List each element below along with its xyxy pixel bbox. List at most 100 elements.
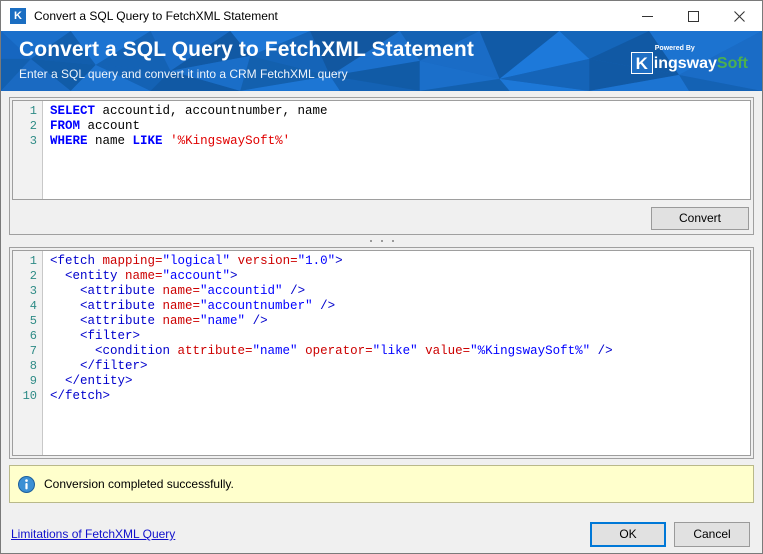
code-token: "name" — [200, 314, 246, 328]
code-token: operator= — [305, 344, 373, 358]
fetchxml-output-pane: 1 2 3 4 5 6 7 8 9 10 <fetch mapping="logical" ver… — [9, 247, 754, 459]
line-number: 3 — [29, 134, 37, 148]
code-line: WHERE name LIKE '%KingswaySoft%' — [50, 134, 750, 149]
code-token: <attribute — [50, 314, 163, 328]
code-line: <attribute name="name" /> — [50, 314, 750, 329]
code-token: "like" — [372, 344, 418, 358]
code-line: </entity> — [50, 374, 750, 389]
code-token: <attribute — [50, 284, 163, 298]
code-token: LIKE — [132, 134, 163, 148]
code-line: <fetch mapping="logical" version="1.0"> — [50, 254, 750, 269]
code-token: FROM — [50, 119, 81, 133]
code-token: <fetch — [50, 254, 103, 268]
logo-name: ingswaySoft — [654, 54, 748, 74]
code-token: > — [335, 254, 343, 268]
splitter-grip-dot — [391, 240, 394, 242]
code-token: "1.0" — [297, 254, 336, 268]
kingswaysoft-logo: K Powered By ingswaySoft — [630, 45, 748, 74]
code-token: accountid, accountnumber, name — [95, 104, 328, 118]
code-line: </fetch> — [50, 389, 750, 404]
code-token: value= — [425, 344, 471, 358]
code-token: '%KingswaySoft%' — [170, 134, 291, 148]
limitations-link[interactable]: Limitations of FetchXML Query — [11, 527, 175, 541]
sql-input-pane: 123 SELECT accountid, accountnumber, nam… — [9, 97, 754, 235]
dialog-body: 123 SELECT accountid, accountnumber, nam… — [1, 91, 762, 515]
code-token: name — [87, 134, 133, 148]
window-title: Convert a SQL Query to FetchXML Statemen… — [34, 9, 278, 23]
code-line: <attribute name="accountid" /> — [50, 284, 750, 299]
code-token: <filter> — [50, 329, 141, 343]
maximize-icon[interactable] — [670, 1, 716, 31]
line-number: 9 — [29, 374, 37, 388]
code-token: name= — [162, 284, 201, 298]
minimize-icon[interactable] — [624, 1, 670, 31]
logo-name-first: ingsway — [653, 55, 717, 72]
code-token: "accountnumber" — [200, 299, 313, 313]
line-number: 4 — [29, 299, 37, 313]
logo-k-badge: K — [630, 52, 653, 74]
logo-name-second: Soft — [716, 55, 748, 72]
window-controls — [624, 1, 762, 31]
splitter-grip-dot — [369, 240, 372, 242]
banner-title: Convert a SQL Query to FetchXML Statemen… — [19, 38, 474, 61]
line-number: 6 — [29, 329, 37, 343]
line-number: 10 — [22, 389, 37, 403]
code-line: <condition attribute="name" operator="li… — [50, 344, 750, 359]
code-token: /> — [312, 299, 336, 313]
code-line: SELECT accountid, accountnumber, name — [50, 104, 750, 119]
code-token: > — [230, 269, 238, 283]
line-number: 7 — [29, 344, 37, 358]
logo-powered-by-label: Powered By — [654, 45, 695, 52]
code-token: "name" — [252, 344, 298, 358]
code-token: /> — [245, 314, 268, 328]
code-token: </fetch> — [50, 389, 111, 403]
header-banner: Convert a SQL Query to FetchXML Statemen… — [1, 31, 762, 91]
line-number: 1 — [29, 104, 37, 118]
code-token: /> — [590, 344, 613, 358]
line-number: 8 — [29, 359, 37, 373]
code-token: version= — [237, 254, 298, 268]
code-token: mapping= — [102, 254, 163, 268]
line-number: 2 — [29, 269, 37, 283]
code-token: name= — [162, 299, 201, 313]
title-bar: K Convert a SQL Query to FetchXML Statem… — [1, 1, 762, 31]
code-line: </filter> — [50, 359, 750, 374]
code-token: "logical" — [162, 254, 231, 268]
banner-text-block: Convert a SQL Query to FetchXML Statemen… — [19, 38, 474, 82]
line-number: 5 — [29, 314, 37, 328]
fetchxml-editor[interactable]: 1 2 3 4 5 6 7 8 9 10 <fetch mapping="logical" ver… — [12, 250, 751, 456]
close-icon[interactable] — [716, 1, 762, 31]
code-token: <condition — [50, 344, 178, 358]
code-token: </entity> — [50, 374, 133, 388]
logo-wordmark: Powered By ingswaySoft — [654, 45, 748, 74]
dialog-window: K Convert a SQL Query to FetchXML Statem… — [0, 0, 763, 554]
ok-button[interactable]: OK — [590, 521, 666, 547]
convert-button[interactable]: Convert — [651, 206, 749, 230]
pane-splitter[interactable] — [9, 235, 754, 247]
code-token: name= — [125, 269, 163, 283]
code-line: FROM account — [50, 119, 750, 134]
code-line: <attribute name="accountnumber" /> — [50, 299, 750, 314]
code-line: <entity name="account"> — [50, 269, 750, 284]
code-token: "accountid" — [200, 284, 283, 298]
dialog-footer: Limitations of FetchXML Query OK Cancel — [1, 515, 762, 553]
code-token: </filter> — [50, 359, 148, 373]
code-token: account — [80, 119, 141, 133]
xml-line-number-gutter: 1 2 3 4 5 6 7 8 9 10 — [13, 251, 43, 455]
sql-line-number-gutter: 123 — [13, 101, 43, 199]
code-token: WHERE — [50, 134, 88, 148]
banner-subtitle: Enter a SQL query and convert it into a … — [19, 67, 348, 81]
line-number: 1 — [29, 254, 37, 268]
sql-code-area[interactable]: SELECT accountid, accountnumber, name FRO… — [43, 101, 750, 199]
code-token: "account" — [162, 269, 231, 283]
cancel-button[interactable]: Cancel — [674, 521, 750, 547]
sql-editor[interactable]: 123 SELECT accountid, accountnumber, nam… — [12, 100, 751, 200]
splitter-grip-dot — [380, 240, 383, 242]
fetchxml-code-area[interactable]: <fetch mapping="logical" version="1.0"> … — [43, 251, 750, 455]
code-token: name= — [162, 314, 201, 328]
status-bar: Conversion completed successfully. — [9, 465, 754, 503]
